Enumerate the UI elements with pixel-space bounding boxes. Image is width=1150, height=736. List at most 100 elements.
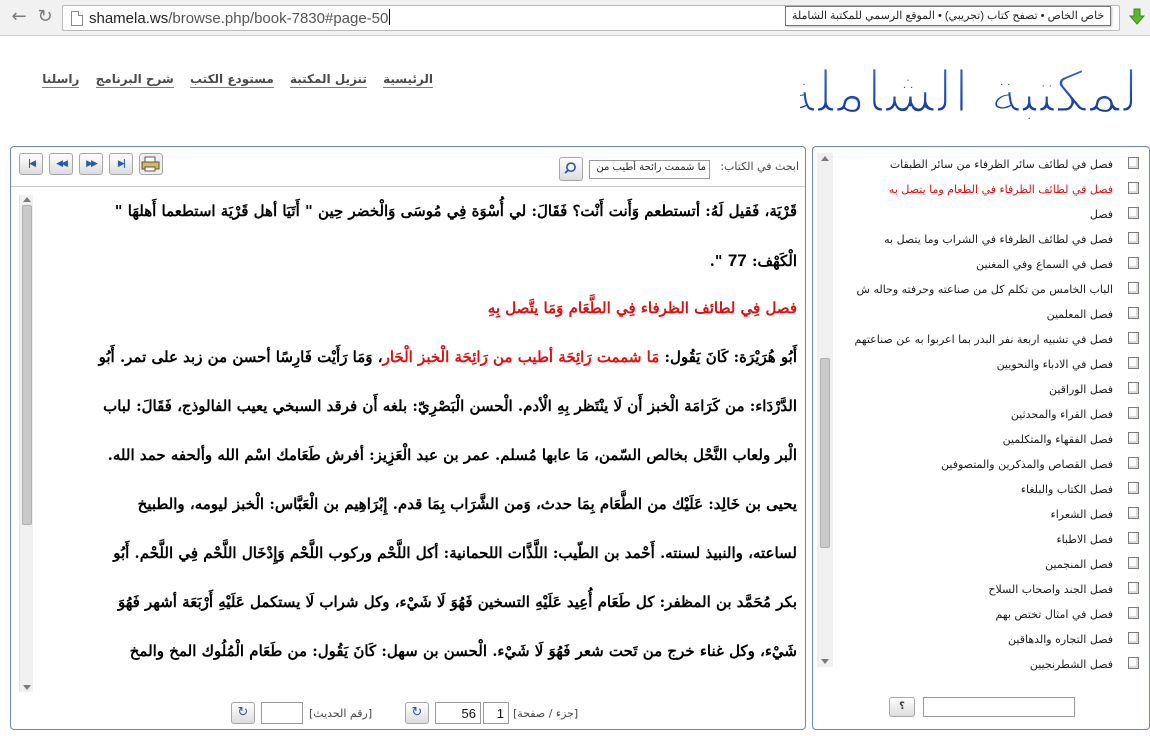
download-arrow-icon[interactable] [1128,8,1146,26]
toc-item[interactable]: فصل الاطباء [839,530,1139,550]
toc-item-icon [1128,282,1139,294]
toc-item[interactable]: فصل المعلمين [839,305,1139,325]
nav-program-guide[interactable]: شرح البرنامج [95,72,174,88]
toc-item-label[interactable]: فصل في تشبيه اربعة نفر البدر بما اعربوا … [854,333,1113,346]
toc-item-label[interactable]: فصل الكتاب والبلغاء [1021,483,1113,496]
toc-item[interactable]: فصل الكتاب والبلغاء [839,480,1139,500]
highlighted-text: مَا شممت رَائِحَة أطيب من رَائِحَة الْخب… [382,348,660,366]
prev-page-icon[interactable]: ◀◀ [49,153,73,175]
text-line: الدَّرْدَاء: من كَرَامَة الْخبز أَن لَا … [103,397,797,415]
scroll-down-icon[interactable] [23,685,31,690]
reader-footer: ↻ [رقم الحديث] ↻ 56 1 [جزء / صفحة] [11,698,805,729]
url-text[interactable]: shamela.ws/browse.php/book-7830#page-50 [89,9,391,27]
toc-item[interactable]: فصل في لطائف الظرفاء في الطعام وما يتصل … [839,180,1139,200]
toc-item-label[interactable]: فصل في لطائف سائر الظرفاء من سائر الطبقا… [890,158,1113,171]
text-span: قَرْيَة، فَقيل لَهُ: أتستطعم وَأَنت أَنْ… [114,202,797,220]
toc-item[interactable]: فصل في السماع وفي المغنين [839,255,1139,275]
toc-item-label[interactable]: فصل القصاص والمذكرين والمتصوفين [941,458,1113,471]
toc-item[interactable]: فصل في امثال تختص بهم [839,605,1139,625]
toc-item[interactable]: فصل الشطرنجيين [839,655,1139,672]
toc-item-label[interactable]: فصل في لطائف الظرفاء في الشراب وما يتصل … [884,233,1113,246]
toc-item[interactable]: فصل في تشبيه اربعة نفر البدر بما اعربوا … [839,330,1139,350]
top-navigation: الرئيسية تنزيل المكتبة مستودع الكتب شرح … [42,72,433,88]
toc-item-label[interactable]: فصل في لطائف الظرفاء في الطعام وما يتصل … [889,183,1113,196]
toc-item[interactable]: فصل في الادباء والنحويين [839,355,1139,375]
toc-item-label[interactable]: فصل الوراقين [1049,383,1113,396]
toc-item-icon [1128,332,1139,344]
text-span: الدَّرْدَاء: من كَرَامَة الْخبز أَن لَا … [103,397,797,415]
toc-filter-input[interactable] [923,697,1075,717]
site-logo[interactable]: المكتبة الشاملة [800,40,1140,145]
toc-item[interactable]: فصل الجند واصحاب السلاح [839,580,1139,600]
toc-item-label[interactable]: فصل الشعراء [1051,508,1113,521]
toc-item-label[interactable]: فصل الفقهاء والمتكلمين [1003,433,1113,446]
toc-item-icon [1128,357,1139,369]
hadith-number-input[interactable] [261,702,303,724]
page-input[interactable]: 56 [435,702,481,724]
nav-download[interactable]: تنزيل المكتبة [289,72,367,88]
toc-item-icon [1128,507,1139,519]
toc-item-label[interactable]: الباب الخامس من تكلم كل من صناعته وحرفته… [857,283,1113,296]
toc-item-label[interactable]: فصل في السماع وفي المغنين [976,258,1113,271]
scroll-up-icon[interactable] [23,197,31,202]
toc-item-label[interactable]: فصل في الادباء والنحويين [997,358,1113,371]
nav-contact[interactable]: راسلنا [42,72,80,88]
last-page-icon[interactable]: ▶| [109,153,133,175]
toc-item[interactable]: فصل الوراقين [839,380,1139,400]
toc-scrollbar[interactable] [817,153,833,667]
part-input[interactable]: 1 [483,702,509,724]
text-span: ". [709,252,728,270]
toc-item-icon [1128,582,1139,594]
text-line: شَيْء، وكل غناء خرج من تَحت شعر فَهُوَ ل… [130,642,797,660]
toc-item-icon [1128,307,1139,319]
toc-item-label[interactable]: فصل [1090,208,1113,221]
text-line: أَبُو هُرَيْرَة: كَانَ يَقُول: مَا شممت … [99,348,797,366]
toc-item-label[interactable]: فصل الشطرنجيين [1030,658,1113,671]
help-button[interactable]: ؟ [889,697,915,717]
hadith-go-button[interactable]: ↻ [231,702,255,724]
toc-item-label[interactable]: فصل في امثال تختص بهم [995,608,1113,621]
toc-item[interactable]: فصل في لطائف الظرفاء في الشراب وما يتصل … [839,230,1139,250]
toc-item[interactable]: فصل القراء والمحدثين [839,405,1139,425]
toc-item[interactable]: فصل [839,205,1139,225]
toc-item-label[interactable]: فصل الاطباء [1056,533,1113,546]
text-span: لساعته، والنبيذ لسنته. أَحْمد بن الطّيب:… [113,544,797,562]
toc-item-label[interactable]: فصل المعلمين [1047,308,1113,321]
toc-item[interactable]: فصل في لطائف سائر الظرفاء من سائر الطبقا… [839,155,1139,175]
toc-item[interactable]: فصل القصاص والمذكرين والمتصوفين [839,455,1139,475]
toc-item-label[interactable]: فصل القراء والمحدثين [1011,408,1113,421]
search-button[interactable] [559,157,583,181]
toc-item-icon [1128,432,1139,444]
toc-item-label[interactable]: فصل التجاره والدهاقين [1008,633,1113,646]
scroll-thumb[interactable] [22,205,32,525]
toc-item-icon [1128,407,1139,419]
page-go-button[interactable]: ↻ [405,702,429,724]
nav-home[interactable]: الرئيسية [383,72,433,88]
reload-icon[interactable]: ↻ [34,6,56,28]
next-page-icon[interactable]: ▶▶ [79,153,103,175]
toc-item[interactable]: فصل الشعراء [839,505,1139,525]
toc-item-icon [1128,657,1139,669]
text-span: الْبر ولعاب النَّحْل بخالص السّمن، مَا ع… [107,446,797,464]
nav-books-repository[interactable]: مستودع الكتب [189,72,274,88]
book-search-input[interactable]: ما شممت رائحة أطيب من [589,160,710,179]
text-line: قَرْيَة، فَقيل لَهُ: أتستطعم وَأَنت أَنْ… [115,202,797,220]
print-icon[interactable] [139,153,163,175]
book-reader-panel: |◀ ◀◀ ▶▶ ▶| ما شممت رائحة أطيب من ابحث ف… [10,146,806,730]
toc-item[interactable]: فصل التجاره والدهاقين [839,630,1139,650]
back-arrow-icon[interactable]: ← [8,6,30,28]
toc-scroll-down-icon[interactable] [821,659,829,664]
toc-item[interactable]: الباب الخامس من تكلم كل من صناعته وحرفته… [839,280,1139,300]
toc-scroll-thumb[interactable] [820,358,830,548]
toc-item[interactable]: فصل الفقهاء والمتكلمين [839,430,1139,450]
first-page-icon[interactable]: |◀ [19,153,43,175]
text-span: يحيى بن خَالِد: عَلَيْك من الطَّعَام بِم… [137,495,797,513]
toc-item-icon [1128,157,1139,169]
text-span: شَيْء، وكل غناء خرج من تَحت شعر فَهُوَ ل… [129,642,797,660]
toc-item[interactable]: فصل المنجمين [839,555,1139,575]
toc-item-label[interactable]: فصل الجند واصحاب السلاح [988,583,1113,596]
toc-scroll-up-icon[interactable] [821,156,829,161]
reader-scrollbar[interactable] [19,195,33,692]
toc-item-label[interactable]: فصل المنجمين [1045,558,1113,571]
text-line: الْكَهْف: 77 ". [710,251,797,271]
